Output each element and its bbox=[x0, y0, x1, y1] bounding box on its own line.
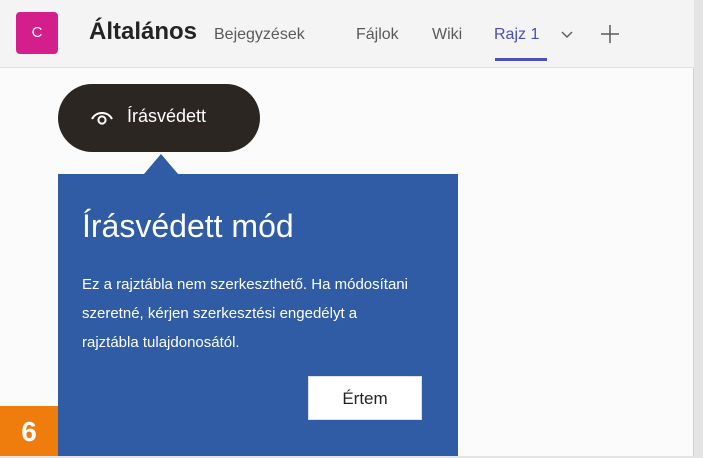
readonly-indicator[interactable]: Írásvédett bbox=[58, 84, 260, 152]
readonly-label: Írásvédett bbox=[127, 106, 207, 126]
channel-title: Általános bbox=[89, 18, 198, 45]
eye-icon bbox=[91, 112, 113, 125]
plus-icon[interactable] bbox=[598, 22, 622, 46]
tab-fajlok[interactable]: Fájlok bbox=[356, 26, 399, 44]
popup-title: Írásvédett mód bbox=[82, 208, 294, 244]
popup-body: Ez a rajztábla nem szerkeszthető. Ha mód… bbox=[82, 276, 408, 351]
popup-pointer bbox=[144, 154, 178, 174]
team-avatar[interactable]: C bbox=[16, 12, 58, 54]
tab-rajz-1[interactable]: Rajz 1 bbox=[494, 26, 539, 44]
readonly-info-popup: Írásvédett mód Ez a rajztábla nem szerke… bbox=[58, 174, 458, 456]
app-window: C Általános Bejegyzések Fájlok Wiki Rajz… bbox=[0, 0, 694, 456]
step-number-badge: 6 bbox=[0, 406, 58, 456]
active-tab-indicator bbox=[495, 58, 547, 61]
channel-header: C Általános Bejegyzések Fájlok Wiki Rajz… bbox=[0, 0, 694, 68]
tab-wiki[interactable]: Wiki bbox=[432, 26, 462, 44]
got-it-button[interactable]: Értem bbox=[308, 376, 422, 420]
tab-bejegyzesek[interactable]: Bejegyzések bbox=[214, 26, 305, 44]
chevron-down-icon[interactable] bbox=[559, 26, 575, 42]
